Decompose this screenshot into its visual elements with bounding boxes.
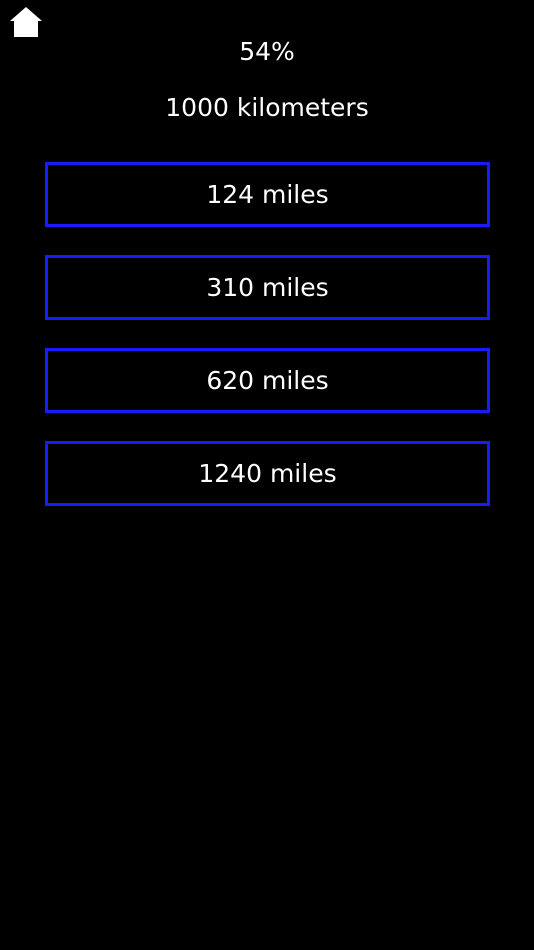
answer-list: 124 miles 310 miles 620 miles 1240 miles	[45, 162, 490, 534]
score-percentage: 54%	[239, 37, 295, 66]
answer-option-3[interactable]: 620 miles	[45, 348, 490, 413]
answer-option-1[interactable]: 124 miles	[45, 162, 490, 227]
answer-option-4[interactable]: 1240 miles	[45, 441, 490, 506]
question-text: 1000 kilometers	[165, 93, 369, 122]
home-icon	[10, 7, 42, 37]
answer-option-2[interactable]: 310 miles	[45, 255, 490, 320]
home-button[interactable]	[9, 6, 43, 38]
